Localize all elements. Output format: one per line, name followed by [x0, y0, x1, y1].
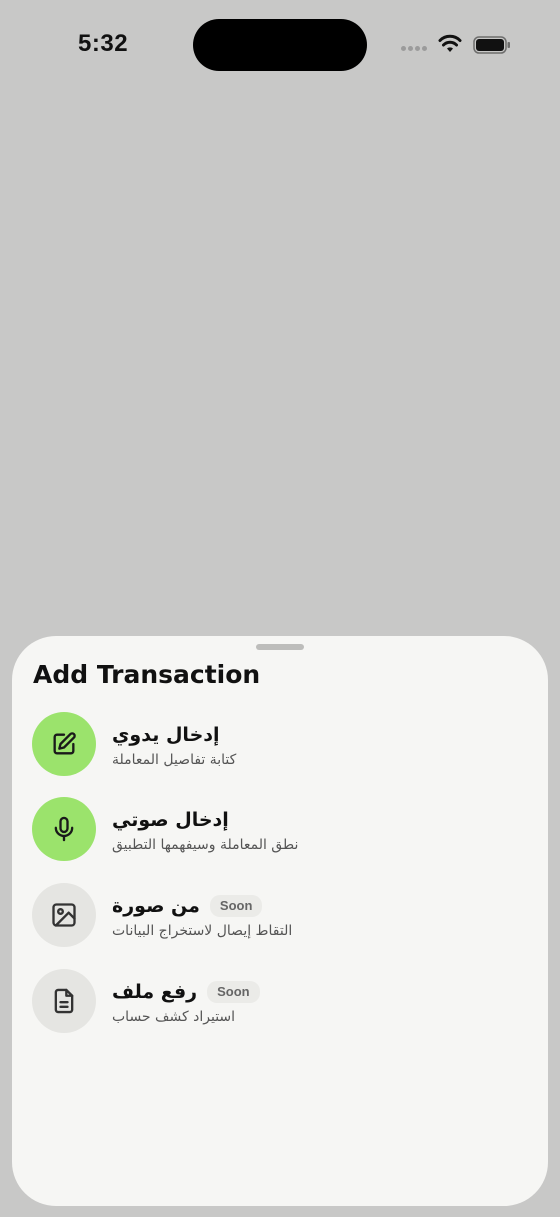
file-text-icon [54, 988, 74, 1014]
voice-entry-option[interactable]: إدخال صوتي نطق المعاملة وسيفهمها التطبيق [32, 797, 452, 863]
dynamic-island [193, 19, 367, 71]
image-icon [52, 903, 76, 927]
sheet-grabber[interactable] [256, 644, 304, 650]
add-transaction-sheet: Add Transaction إدخال يدوي كتابة تفاصيل … [12, 636, 548, 1206]
image-entry-option[interactable]: من صورة Soon التقاط إيصال لاستخراج البيا… [32, 883, 452, 949]
file-upload-icon-circle [32, 969, 96, 1033]
edit-icon [53, 732, 76, 755]
image-entry-subtitle: التقاط إيصال لاستخراج البيانات [112, 923, 293, 939]
sheet-title: Add Transaction [33, 660, 261, 689]
soon-badge: Soon [209, 895, 263, 917]
voice-entry-subtitle: نطق المعاملة وسيفهمها التطبيق [112, 837, 299, 853]
wifi-icon [438, 34, 462, 52]
microphone-icon [54, 816, 74, 842]
voice-entry-icon-circle [32, 797, 96, 861]
status-time: 5:32 [78, 30, 129, 57]
manual-entry-option[interactable]: إدخال يدوي كتابة تفاصيل المعاملة [32, 712, 452, 778]
image-entry-icon-circle [32, 883, 96, 947]
file-upload-title: رفع ملف [112, 981, 198, 1003]
file-upload-subtitle: استيراد كشف حساب [112, 1009, 236, 1025]
voice-entry-title: إدخال صوتي [112, 809, 229, 831]
battery-icon [473, 36, 510, 54]
cellular-signal-icon [401, 46, 429, 52]
soon-badge: Soon [207, 981, 260, 1003]
manual-entry-title: إدخال يدوي [112, 724, 220, 746]
image-entry-title: من صورة [112, 895, 200, 917]
manual-entry-icon-circle [32, 712, 96, 776]
manual-entry-subtitle: كتابة تفاصيل المعاملة [112, 752, 237, 768]
file-upload-option[interactable]: رفع ملف Soon استيراد كشف حساب [32, 969, 452, 1035]
